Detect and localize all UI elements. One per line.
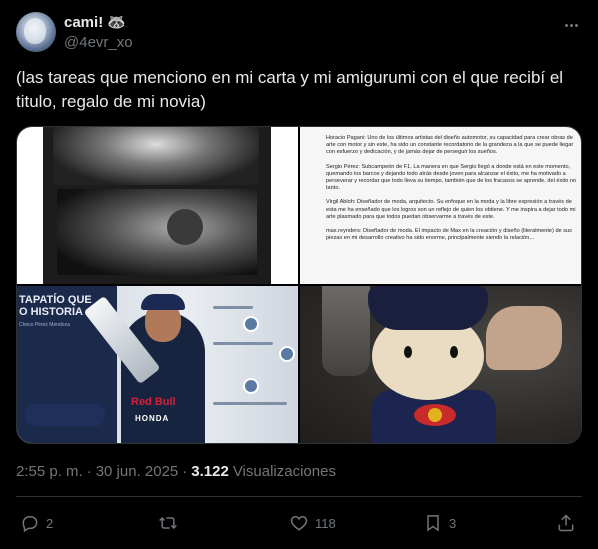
amigurumi-eye (404, 346, 412, 358)
timeline-text (213, 306, 253, 309)
timeline-photo (243, 316, 259, 332)
meta-separator: · (182, 463, 188, 480)
action-bar: 2 118 3 (16, 509, 582, 541)
author-name-line[interactable]: cami! 🦝 (64, 13, 126, 32)
sun-emblem (428, 408, 442, 422)
lamp-stand (322, 286, 370, 376)
bookmark-icon (427, 515, 439, 532)
tweet-header: cami! 🦝 @4evr_xo (16, 12, 582, 56)
display-name[interactable]: cami! (64, 14, 103, 31)
retweet-button[interactable] (158, 513, 184, 533)
doc-paragraph: max.reynders: Diseñador de moda. El impa… (326, 228, 572, 242)
sponsor-logo: Red Bull (131, 396, 176, 408)
like-button[interactable]: 118 (289, 513, 336, 533)
person-silhouette (167, 209, 203, 245)
bookmark-button[interactable]: 3 (423, 513, 456, 533)
bw-photo-bottom (57, 189, 257, 275)
media-photo-2[interactable]: Horacio Pagani: Uno de los últimos artis… (300, 127, 581, 284)
hand (486, 306, 562, 370)
retweet-icon (159, 516, 177, 530)
reply-icon (22, 516, 38, 533)
timeline-text (213, 402, 287, 405)
tweet-date[interactable]: 30 jun. 2025 (96, 463, 179, 480)
media-photo-1[interactable] (17, 127, 298, 284)
timeline-text (213, 342, 273, 345)
raccoon-emoji: 🦝 (107, 14, 126, 31)
race-car (25, 404, 105, 426)
media-grid: Horacio Pagani: Uno de los últimos artis… (16, 126, 582, 444)
timeline-photo (243, 378, 259, 394)
meta-separator: · (86, 463, 92, 480)
media-photo-3[interactable]: TAPATÍO QUE O HISTORIA Checo Pérez Mendo… (17, 286, 298, 443)
brand-logo: HONDA (135, 414, 170, 423)
amigurumi-hair (368, 286, 488, 330)
divider (16, 496, 582, 497)
like-count: 118 (315, 515, 336, 531)
tweet-meta: 2:55 p. m. · 30 jun. 2025 · 3.122 Visual… (16, 463, 336, 480)
bw-photo-top (53, 127, 259, 185)
views-count: 3.122 (191, 463, 229, 480)
doc-paragraph: Horacio Pagani: Uno de los últimos artis… (326, 135, 574, 156)
timeline-photo (279, 346, 295, 362)
media-photo-4[interactable] (300, 286, 581, 443)
tweet-time[interactable]: 2:55 p. m. (16, 463, 83, 480)
bookmark-count: 3 (449, 515, 457, 531)
more-icon[interactable] (560, 14, 582, 36)
user-handle[interactable]: @4evr_xo (64, 34, 133, 51)
tweet-text: (las tareas que menciono en mi carta y m… (16, 68, 564, 111)
driver-cap (141, 294, 185, 310)
like-icon (290, 515, 308, 531)
doc-paragraph: Virgil Abloh: Diseñador de moda, arquite… (326, 199, 576, 220)
views-label: Visualizaciones (232, 463, 336, 480)
doc-paragraph: Sergio Pérez: Subcampeón de F1. La maner… (326, 163, 576, 192)
amigurumi-eye (450, 346, 458, 358)
avatar[interactable] (16, 12, 56, 52)
share-button[interactable] (556, 513, 576, 533)
reply-button[interactable]: 2 (20, 513, 53, 533)
share-icon (558, 514, 574, 532)
reply-count: 2 (46, 515, 54, 531)
document-text: Horacio Pagani: Uno de los últimos artis… (326, 135, 576, 249)
